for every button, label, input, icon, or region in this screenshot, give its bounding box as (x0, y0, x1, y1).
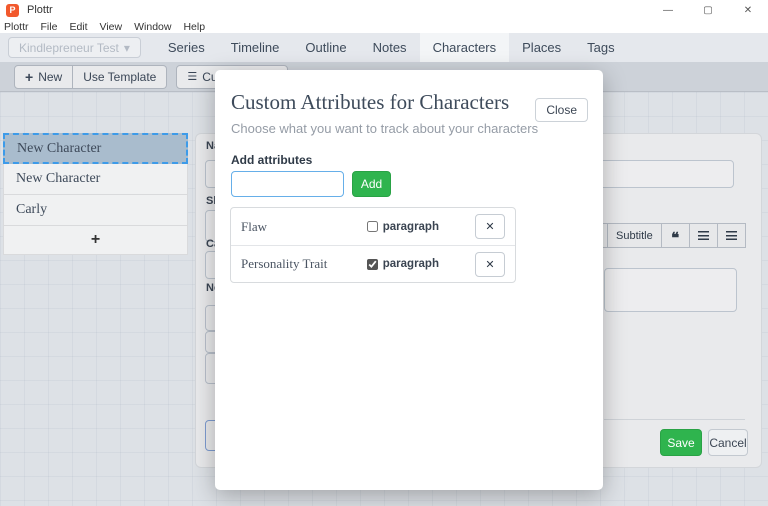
unordered-list-button[interactable] (717, 223, 746, 248)
notes-textarea[interactable] (604, 268, 737, 312)
character-list-item-selected[interactable]: New Character (3, 133, 188, 164)
project-selector-label: Kindlepreneur Test (19, 40, 119, 55)
maximize-icon[interactable]: ▢ (688, 0, 728, 20)
paragraph-checkbox[interactable] (366, 258, 378, 270)
window-title: Plottr (27, 4, 53, 16)
tab-places[interactable]: Places (509, 33, 574, 62)
modal-subtitle: Choose what you want to track about your… (231, 121, 539, 136)
minimize-icon[interactable]: — (648, 0, 688, 20)
subtitle-button[interactable]: Subtitle (608, 223, 662, 248)
tab-characters[interactable]: Characters (419, 33, 510, 62)
paragraph-label: paragraph (382, 258, 439, 270)
character-list-item[interactable]: New Character (3, 164, 188, 195)
x-icon: ✕ (485, 221, 495, 233)
character-list: New Character New Character Carly + (3, 133, 188, 255)
unordered-list-icon (725, 231, 737, 240)
tab-outline[interactable]: Outline (292, 33, 359, 62)
attribute-row: Personality Trait paragraph ✕ (231, 245, 515, 282)
list-icon: ☰ (187, 71, 198, 83)
close-icon[interactable]: ✕ (728, 0, 768, 20)
tab-timeline[interactable]: Timeline (218, 33, 293, 62)
add-attribute-button[interactable]: Add (352, 171, 391, 197)
add-attributes-label: Add attributes (231, 153, 313, 167)
ordered-list-icon (697, 231, 709, 240)
menu-item-help[interactable]: Help (183, 21, 205, 33)
paragraph-label: paragraph (382, 220, 439, 233)
panel-footer-divider (604, 419, 745, 420)
new-button-label: New (38, 69, 63, 84)
custom-attributes-modal: Custom Attributes for Characters Close C… (215, 70, 603, 490)
use-template-label: Use Template (83, 69, 157, 84)
menu-item-window[interactable]: Window (134, 21, 171, 33)
menubar: Plottr File Edit View Window Help (0, 20, 768, 33)
cancel-button[interactable]: Cancel (708, 429, 748, 456)
x-icon: ✕ (485, 258, 495, 271)
menu-item-edit[interactable]: Edit (69, 21, 87, 33)
attribute-list: Flaw paragraph ✕ Personality Trait parag… (230, 207, 516, 283)
remove-attribute-button[interactable]: ✕ (475, 251, 505, 277)
quote-icon: ❝ (671, 231, 680, 247)
attribute-name: Flaw (241, 218, 267, 234)
modal-title: Custom Attributes for Characters (231, 90, 510, 114)
nav-tabs-bar: Kindlepreneur Test ▾ Series Timeline Out… (0, 33, 768, 62)
tab-tags[interactable]: Tags (574, 33, 627, 62)
chevron-down-icon: ▾ (123, 40, 130, 55)
project-selector-button[interactable]: Kindlepreneur Test ▾ (8, 37, 141, 58)
add-character-button[interactable]: + (3, 226, 188, 255)
ordered-list-button[interactable] (689, 223, 718, 248)
tab-notes[interactable]: Notes (360, 33, 420, 62)
character-list-item[interactable]: Carly (3, 195, 188, 226)
plus-icon: + (25, 68, 34, 85)
modal-close-button[interactable]: Close (535, 98, 588, 122)
new-character-button[interactable]: + New (14, 64, 74, 89)
tab-series[interactable]: Series (155, 33, 218, 62)
menu-item-view[interactable]: View (100, 21, 123, 33)
blockquote-button[interactable]: ❝ (661, 223, 690, 248)
paragraph-checkbox[interactable] (366, 221, 378, 232)
menu-item-file[interactable]: File (41, 21, 58, 33)
attribute-name: Personality Trait (241, 256, 328, 271)
remove-attribute-button[interactable]: ✕ (475, 214, 505, 239)
use-template-button[interactable]: Use Template (73, 64, 168, 89)
titlebar: P Plottr — ▢ ✕ (0, 0, 768, 20)
attribute-row: Flaw paragraph ✕ (231, 208, 515, 245)
save-button[interactable]: Save (660, 429, 702, 456)
menu-item-plottr[interactable]: Plottr (4, 21, 29, 33)
window-controls: — ▢ ✕ (648, 0, 768, 20)
attribute-name-input[interactable] (231, 171, 344, 197)
plottr-app-icon: P (6, 3, 19, 17)
